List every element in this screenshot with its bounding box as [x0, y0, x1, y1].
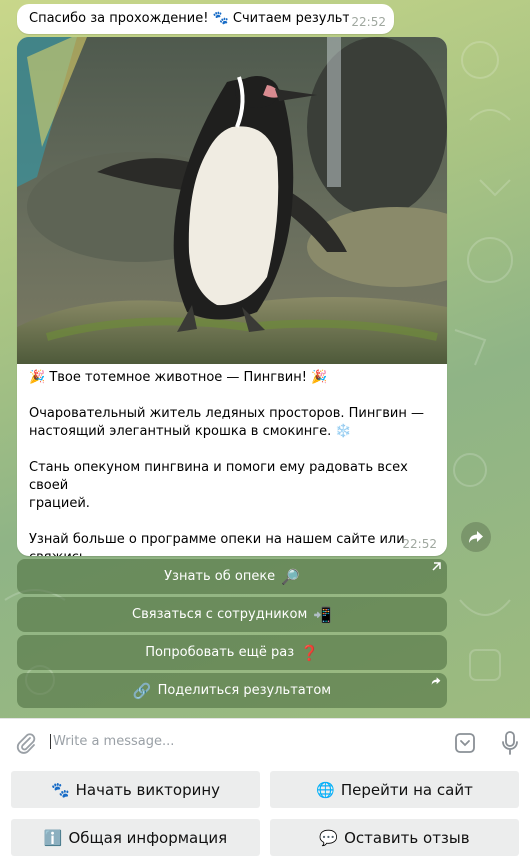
message-text: Спасибо за прохождение! 🐾 Считаем резуль… — [29, 11, 349, 26]
message-caption: 🎉 Твое тотемное животное — Пингвин! 🎉 Оч… — [29, 369, 429, 556]
button-label: Поделиться результатом — [157, 683, 332, 698]
reply-button-general-info[interactable]: ℹ️ Общая информация — [11, 819, 260, 856]
message-time: 22:52 — [351, 15, 386, 29]
reply-button-go-to-site[interactable]: 🌐 Перейти на сайт — [270, 771, 519, 808]
message-composer: Write a message... — [0, 718, 530, 767]
speech-bubble-icon: 💬 — [319, 828, 339, 847]
reply-button-leave-feedback[interactable]: 💬 Оставить отзыв — [270, 819, 519, 856]
message-time: 22:52 — [402, 537, 437, 551]
button-label: Оставить отзыв — [344, 828, 470, 847]
external-link-icon — [432, 562, 441, 571]
phone-icon: 📲 — [313, 605, 332, 624]
text-caret — [50, 734, 51, 749]
share-arrow-icon — [431, 677, 441, 685]
link-icon: 🔗 — [132, 681, 152, 700]
button-label: Общая информация — [68, 828, 228, 847]
penguin-photo[interactable] — [17, 37, 447, 364]
button-label: Связаться с сотрудником — [132, 607, 308, 622]
caption-line-description: Очаровательный житель ледяных просторов.… — [29, 406, 424, 439]
message-bubble-result: 🎉 Твое тотемное животное — Пингвин! 🎉 Оч… — [17, 37, 447, 556]
paperclip-icon[interactable] — [14, 731, 38, 755]
button-label: Перейти на сайт — [340, 780, 473, 799]
inline-button-share-result[interactable]: 🔗 Поделиться результатом — [17, 673, 447, 708]
paw-icon: 🐾 — [50, 780, 70, 799]
reply-keyboard: 🐾 Начать викторину 🌐 Перейти на сайт ℹ️ … — [0, 766, 530, 861]
caption-line-call: Стань опекуном пингвина и помоги ему рад… — [29, 460, 408, 511]
caption-line-info: Узнай больше о программе опеки на нашем … — [29, 532, 405, 556]
globe-icon: 🌐 — [316, 780, 335, 799]
inline-button-learn-guardianship[interactable]: Узнать об опеке 🔎 — [17, 559, 447, 594]
chat-area: Спасибо за прохождение! 🐾 Считаем резуль… — [0, 0, 530, 718]
input-placeholder: Write a message... — [53, 734, 175, 749]
share-arrow-icon — [469, 531, 483, 543]
magnifier-icon: 🔎 — [281, 567, 300, 586]
caption-line-title: 🎉 Твое тотемное животное — Пингвин! 🎉 — [29, 370, 328, 385]
message-input[interactable]: Write a message... — [50, 734, 174, 749]
button-label: Узнать об опеке — [164, 569, 276, 584]
question-icon: ❓ — [300, 643, 319, 662]
forward-button[interactable] — [461, 522, 491, 552]
info-icon: ℹ️ — [43, 828, 63, 847]
microphone-icon[interactable] — [500, 730, 520, 756]
button-label: Начать викторину — [75, 780, 221, 799]
reply-button-start-quiz[interactable]: 🐾 Начать викторину — [11, 771, 260, 808]
inline-button-try-again[interactable]: Попробовать ещё раз ❓ — [17, 635, 447, 670]
sticker-icon[interactable] — [453, 731, 477, 755]
message-bubble-thanks: Спасибо за прохождение! 🐾 Считаем резуль… — [17, 4, 394, 34]
button-label: Попробовать ещё раз — [145, 645, 295, 660]
inline-button-contact-staff[interactable]: Связаться с сотрудником 📲 — [17, 597, 447, 632]
